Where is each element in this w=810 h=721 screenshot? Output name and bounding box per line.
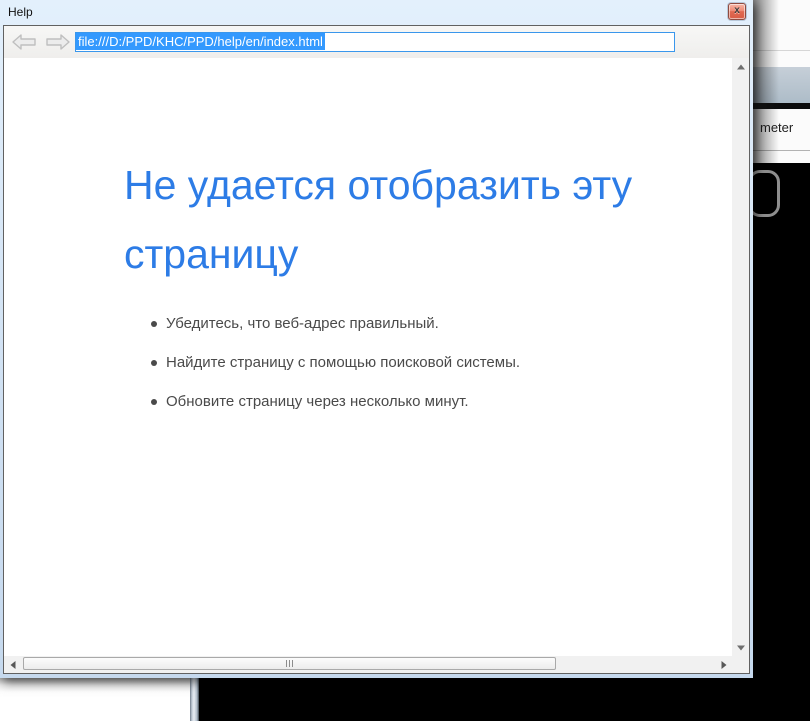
back-arrow-icon <box>12 34 36 50</box>
scroll-right-icon <box>721 660 726 669</box>
close-button[interactable]: x <box>728 3 746 20</box>
suggestion-text: Обновите страницу через несколько минут. <box>166 393 469 410</box>
suggestion-text: Найдите страницу с помощью поисковой сис… <box>166 354 521 371</box>
bullet-icon <box>151 360 157 366</box>
window-drop-shadow <box>753 0 779 163</box>
address-selected-text: file:///D:/PPD/KHC/PPD/help/en/index.htm… <box>76 33 325 50</box>
error-suggestion-list: Убедитесь, что веб-адрес правильный. Най… <box>151 313 520 430</box>
window-title: Help <box>8 5 33 19</box>
list-item: Убедитесь, что веб-адрес правильный. <box>151 313 520 335</box>
client-area: file:///D:/PPD/KHC/PPD/help/en/index.htm… <box>3 25 750 674</box>
address-input[interactable]: file:///D:/PPD/KHC/PPD/help/en/index.htm… <box>75 32 675 52</box>
error-page-content: Не удается отобразить эту страницу Убеди… <box>4 58 732 656</box>
list-item: Найдите страницу с помощью поисковой сис… <box>151 352 520 374</box>
background-right-panel: meter <box>753 0 810 163</box>
error-title-line-1: Не удается отобразить эту <box>124 162 633 208</box>
horizontal-scrollbar-thumb[interactable] <box>23 657 556 670</box>
scroll-left-icon <box>10 660 15 669</box>
horizontal-scrollbar[interactable] <box>4 656 732 673</box>
suggestion-text: Убедитесь, что веб-адрес правильный. <box>166 315 439 332</box>
background-window-bottom-left <box>0 678 190 721</box>
error-page-title: Не удается отобразить эту страницу <box>124 151 732 289</box>
scrollbar-corner <box>732 656 749 673</box>
scroll-right-button[interactable] <box>715 656 732 673</box>
bullet-icon <box>151 399 157 405</box>
background-window-border-divider <box>190 678 199 721</box>
error-title-line-2: страницу <box>124 231 299 277</box>
forward-arrow-icon <box>46 34 70 50</box>
titlebar[interactable]: Help x <box>0 0 753 25</box>
scroll-up-button[interactable] <box>732 58 749 75</box>
back-button[interactable] <box>11 32 37 52</box>
scroll-down-button[interactable] <box>732 639 749 656</box>
background-window-right: meter <box>748 0 810 721</box>
list-item: Обновите страницу через несколько минут. <box>151 391 520 413</box>
help-window: Help x file:///D:/PPD/KHC/PPD/help/en/in… <box>0 0 753 678</box>
scroll-left-button[interactable] <box>4 656 21 673</box>
navigation-toolbar: file:///D:/PPD/KHC/PPD/help/en/index.htm… <box>4 26 749 58</box>
scroll-down-icon <box>736 645 745 650</box>
forward-button[interactable] <box>45 32 71 52</box>
bullet-icon <box>151 321 157 327</box>
scroll-up-icon <box>736 64 745 69</box>
vertical-scrollbar[interactable] <box>732 58 749 656</box>
